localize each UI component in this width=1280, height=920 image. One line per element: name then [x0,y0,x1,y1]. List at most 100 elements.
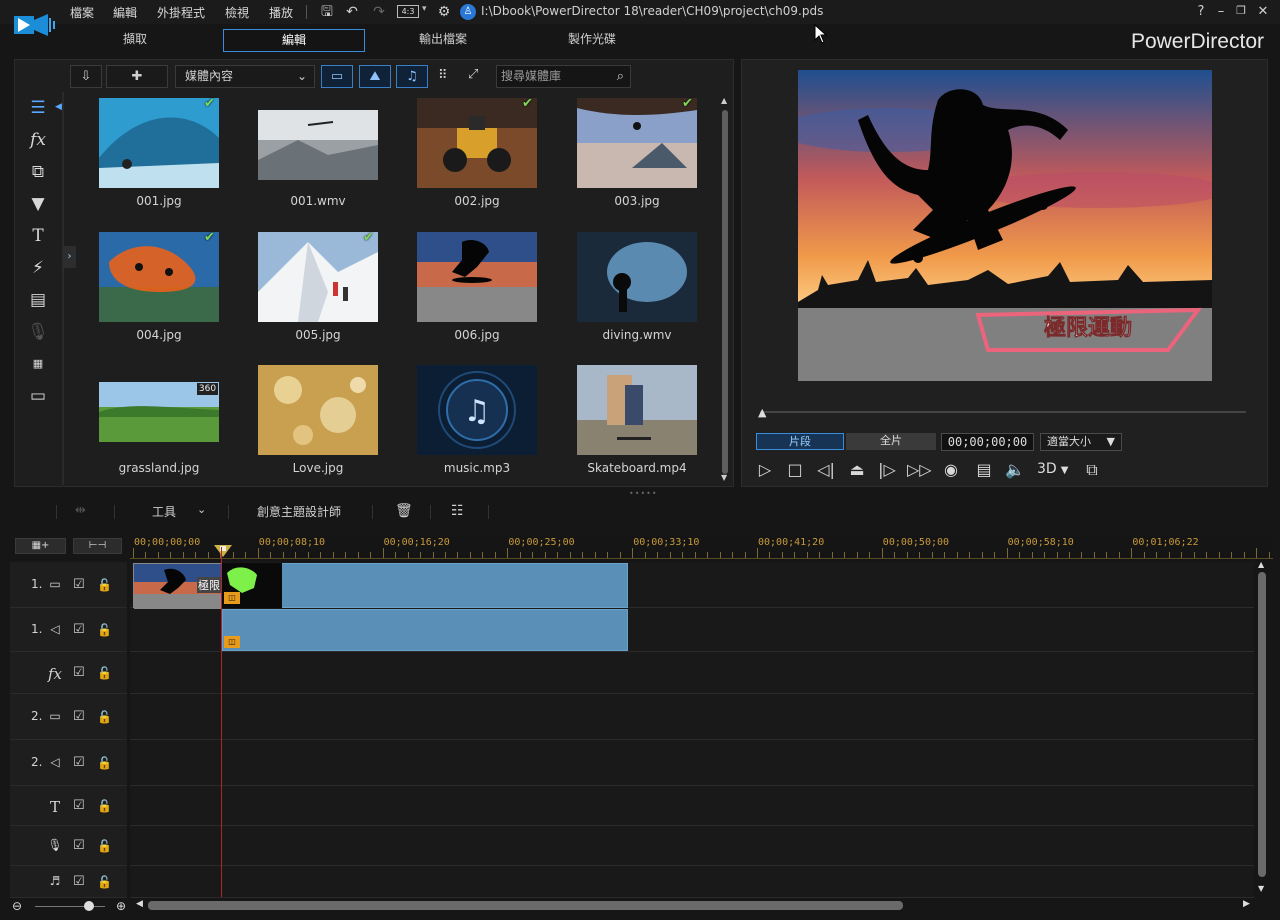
track-lock-icon[interactable]: 🔓 [97,623,112,637]
filter-video-button[interactable]: ▭ [321,65,353,88]
media-thumbnail[interactable] [258,232,378,322]
tools-menu-button[interactable]: 工具 [152,503,176,520]
3d-mode-button[interactable]: 3D ▼ [1037,461,1068,477]
track-lane[interactable] [130,786,1254,826]
expand-panel-chevron-icon[interactable]: › [63,246,76,268]
menu-edit[interactable]: 編輯 [113,4,137,21]
track-lane[interactable] [130,652,1254,694]
effect-room-icon[interactable]: fx [26,129,50,151]
track-enable-checkbox[interactable]: ☑ [73,710,87,724]
delete-trash-icon[interactable]: 🗑 [395,503,413,519]
media-thumbnail[interactable] [99,98,219,188]
particle-room-icon[interactable]: ▼ [26,193,50,215]
scroll-right-icon[interactable]: ▶ [1243,899,1250,909]
media-thumbnail[interactable] [577,365,697,455]
redo-icon[interactable]: ↷ [370,3,388,21]
track-lock-icon[interactable]: 🔓 [97,799,112,813]
track-lock-icon[interactable]: 🔓 [97,875,112,889]
media-thumbnail[interactable] [258,110,378,180]
menu-view[interactable]: 檢視 [225,4,249,21]
save-icon[interactable]: 🖫 [318,3,336,21]
zoom-fit-select[interactable]: 適當大小 ▼ [1040,433,1122,451]
filter-image-button[interactable]: ⛰ [359,65,391,88]
library-scrollbar[interactable]: ▲ ▼ [720,96,730,483]
split-marker-icon[interactable]: ⏏ [846,459,868,481]
track-enable-checkbox[interactable]: ☑ [73,799,87,813]
tab-produce[interactable]: 輸出檔案 [383,29,503,52]
tab-create-disc[interactable]: 製作光碟 [532,29,652,52]
chevron-down-icon[interactable]: ▾ [422,4,427,14]
scroll-down-icon[interactable]: ▼ [1258,884,1264,893]
track-enable-checkbox[interactable]: ☑ [73,666,87,680]
media-thumbnail[interactable] [417,232,537,322]
library-scroll-thumb[interactable] [722,110,728,474]
preview-scrub-track[interactable] [760,411,1246,413]
media-room-icon[interactable]: ☰ [26,97,50,119]
track-lock-icon[interactable]: 🔓 [97,710,112,724]
add-track-button[interactable]: ▦+ [15,538,66,554]
track-lock-icon[interactable]: 🔓 [97,666,112,680]
preview-clip-mode-tab[interactable]: 片段 [756,433,844,450]
scroll-down-icon[interactable]: ▼ [721,473,727,482]
splitter-grip-icon[interactable]: ••••• [629,489,658,498]
zoom-in-icon[interactable]: ⊕ [116,899,126,913]
settings-gear-icon[interactable]: ⚙ [435,3,453,21]
fit-timeline-button[interactable]: ⊢⊣ [73,538,122,554]
restore-icon[interactable]: ❐ [1232,4,1250,17]
chapter-room-icon[interactable]: ▦ [26,353,50,375]
tab-edit[interactable]: 編輯 [223,29,365,52]
stop-icon[interactable]: □ [784,459,806,481]
track-lane[interactable] [130,826,1254,866]
subtitle-toggle-icon[interactable]: ▤ [973,459,995,481]
fast-forward-icon[interactable]: ▷▷ [907,459,932,481]
scroll-left-icon[interactable]: ◀ [136,899,143,909]
zoom-slider-track[interactable] [35,906,105,907]
track-lane[interactable] [130,866,1254,898]
undo-icon[interactable]: ↶ [343,3,361,21]
title-room-icon[interactable]: T [26,225,50,247]
track-enable-checkbox[interactable]: ☑ [73,623,87,637]
aspect-ratio-button[interactable]: 4:3 [397,5,419,18]
preview-movie-mode-tab[interactable]: 全片 [846,433,936,450]
audio-mixing-room-icon[interactable]: ▤ [26,289,50,311]
track-enable-checkbox[interactable]: ☑ [73,875,87,889]
pip-objects-room-icon[interactable]: ⧉ [26,161,50,183]
theme-designer-button[interactable]: 創意主題設計師 [257,503,341,520]
grid-view-icon[interactable]: ⠿ [438,68,448,83]
minimize-icon[interactable]: – [1212,4,1230,19]
plugins-button[interactable]: ✚ [106,65,168,88]
track-enable-checkbox[interactable]: ☑ [73,756,87,770]
help-icon[interactable]: ? [1192,4,1210,19]
timecode-display[interactable]: 00;00;00;00 [941,433,1034,451]
scroll-up-icon[interactable]: ▲ [721,96,727,105]
menu-plugins[interactable]: 外掛程式 [157,4,205,21]
track-enable-checkbox[interactable]: ☑ [73,578,87,592]
previous-frame-icon[interactable]: ◁| [815,459,837,481]
voice-over-room-icon[interactable]: 🎙 [26,321,50,343]
media-thumbnail[interactable]: ♫ [417,365,537,455]
scrub-knob-icon[interactable]: ▲ [758,406,770,419]
close-icon[interactable]: ✕ [1254,4,1272,19]
volume-icon[interactable]: 🔈 [1004,459,1026,481]
transition-room-icon[interactable]: ⚡ [26,257,50,279]
media-content-dropdown[interactable]: 媒體內容 ⌄ [175,65,315,88]
track-enable-checkbox[interactable]: ☑ [73,839,87,853]
track-lane[interactable] [130,740,1254,786]
tab-capture[interactable]: 擷取 [75,29,195,52]
media-thumbnail[interactable] [417,98,537,188]
menu-playback[interactable]: 播放 [269,4,293,21]
menu-file[interactable]: 檔案 [70,4,94,21]
track-lane[interactable] [130,694,1254,740]
search-icon[interactable]: ⌕ [617,66,624,87]
media-thumbnail[interactable] [258,365,378,455]
undock-preview-icon[interactable]: ⧉ [1081,459,1103,481]
account-icon[interactable]: ♙ [460,4,476,20]
subtitle-room-icon[interactable]: ▭ [26,385,50,407]
zoom-slider-knob[interactable] [84,901,94,911]
playhead-marker-icon[interactable] [214,545,232,557]
audio-clip-block[interactable] [222,609,628,651]
filter-audio-button[interactable]: ♫ [396,65,428,88]
snapshot-camera-icon[interactable]: ◉ [940,459,962,481]
media-thumbnail[interactable] [577,98,697,188]
track-lock-icon[interactable]: 🔓 [97,578,112,592]
